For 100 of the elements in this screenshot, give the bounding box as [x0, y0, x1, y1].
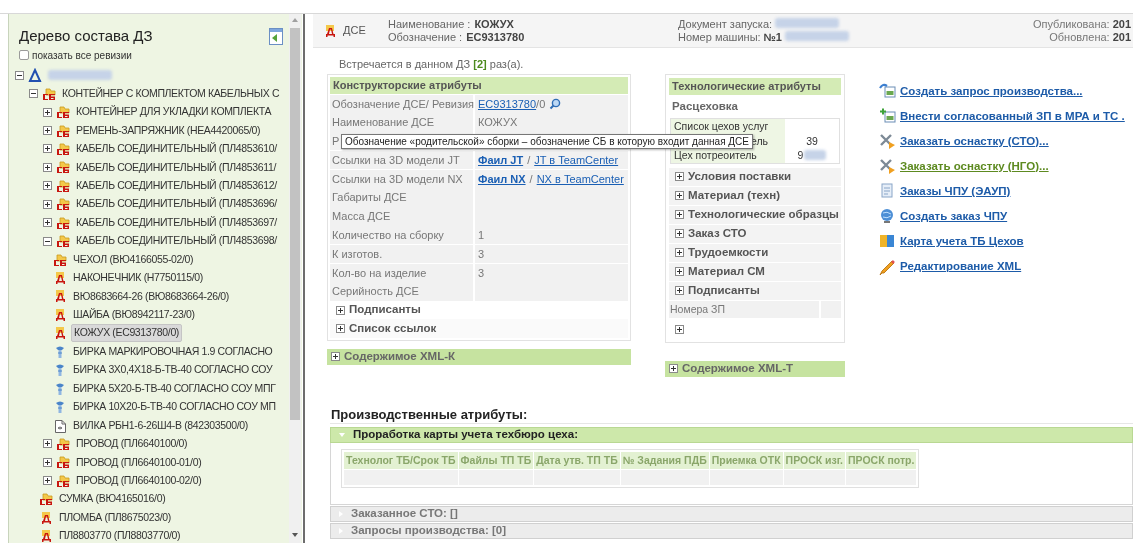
- tree-item[interactable]: ПРОВОД (ПЛ6640100/0): [74, 436, 190, 452]
- separator-text: /: [527, 153, 531, 169]
- expand-toggle-icon[interactable]: [43, 218, 52, 228]
- card-header: Технологические атрибуты: [669, 78, 841, 95]
- tree-item[interactable]: ВИЛКА РБН1-6-26Ш4-В (842303500/0): [71, 417, 250, 434]
- action-link[interactable]: Карта учета ТБ Цехов: [900, 232, 1024, 251]
- tree-item[interactable]: ПЛ8803770 (ПЛ8803770/0): [57, 528, 183, 543]
- action-link[interactable]: Внести согласованный ЗП в МРА и ТС .: [900, 107, 1125, 126]
- accordion-title: Проработка карты учета техбюро цеха:: [353, 426, 578, 442]
- tree-item[interactable]: БИРКА 10Х20-Б-ТВ-40 СОГЛАСНО СОУ МП: [71, 399, 278, 415]
- tree-item[interactable]: БИРКА 5Х20-Б-ТВ-40 СОГЛАСНО СОУ МПГ: [71, 380, 278, 397]
- expand-toggle-icon[interactable]: [43, 476, 52, 486]
- tree-item[interactable]: КАБЕЛЬ СОЕДИНИТЕЛЬНЫЙ (ПЛ4853696/: [74, 196, 279, 213]
- expand-toggle-icon[interactable]: [43, 107, 52, 117]
- tree-item[interactable]: РЕМЕНЬ-ЗАПРЯЖНИК (НЕА4420065/0): [74, 122, 263, 139]
- tree-item[interactable]: КАБЕЛЬ СОЕДИНИТЕЛЬНЫЙ (ПЛ4853698/: [74, 233, 279, 250]
- panel-toggle-icon[interactable]: [269, 27, 283, 45]
- expand-toggle-icon[interactable]: [675, 172, 684, 182]
- xml-bar[interactable]: Содержимое XML-Т: [665, 360, 845, 377]
- tree-item[interactable]: КАБЕЛЬ СОЕДИНИТЕЛЬНЫЙ (ПЛ4853612/: [74, 177, 279, 194]
- attribute-label: Номера ЗП: [669, 301, 819, 318]
- tree-item[interactable]: КОЖУХ (ЕС9313780/0): [71, 324, 182, 343]
- xml-bar-label: Содержимое XML-Т: [682, 360, 794, 376]
- action-link[interactable]: Заказать оснастку (СТО)...: [900, 132, 1049, 151]
- expand-toggle-icon[interactable]: [675, 229, 684, 239]
- expand-toggle-icon[interactable]: [43, 144, 52, 154]
- collapse-toggle-icon[interactable]: [43, 236, 52, 246]
- expand-toggle-icon[interactable]: [43, 199, 52, 209]
- column-header: ПРОСК потр.: [846, 451, 917, 469]
- expand-toggle-icon[interactable]: [43, 457, 52, 467]
- expand-toggle-icon[interactable]: [336, 305, 345, 315]
- section-toggle[interactable]: Подписанты: [349, 301, 421, 319]
- scroll-down-icon[interactable]: [292, 533, 298, 537]
- attribute-label: К изготов.: [330, 244, 473, 264]
- assembly-icon: [53, 252, 67, 267]
- expand-toggle-icon[interactable]: [43, 126, 52, 136]
- tree-item[interactable]: ПЛОМБА (ПЛ8675023/0): [57, 509, 173, 526]
- tree-item[interactable]: СУМКА (ВЮ4165016/0): [57, 491, 168, 508]
- attribute-value: 3: [478, 247, 485, 262]
- expand-toggle-icon[interactable]: [675, 248, 684, 258]
- tree-item[interactable]: БИРКА МАРКИРОВОЧНАЯ 1.9 СОГЛАСНО: [71, 343, 275, 360]
- table-cell: [783, 469, 845, 485]
- expand-toggle-icon[interactable]: [43, 439, 52, 449]
- field-label: Номер машины:: [678, 30, 761, 44]
- workshop-value: 9: [797, 148, 804, 163]
- assembly-icon: [56, 105, 70, 120]
- expand-toggle-icon[interactable]: [43, 181, 52, 191]
- tree-item[interactable]: КАБЕЛЬ СОЕДИНИТЕЛЬНЫЙ (ПЛ4853611/: [74, 159, 278, 176]
- search-icon[interactable]: [549, 97, 562, 110]
- expand-toggle-icon[interactable]: [675, 324, 684, 334]
- tree-item[interactable]: НАКОНЕЧНИК (Н7750115/0): [71, 270, 205, 286]
- field-label: Обновлена:: [1049, 30, 1110, 44]
- designation-link[interactable]: ЕС9313780: [478, 94, 537, 113]
- action-link[interactable]: Заказы ЧПУ (ЭАУП): [900, 182, 1011, 201]
- tree-item[interactable]: КОНТЕЙНЕР С КОМПЛЕКТОМ КАБЕЛЬНЫХ С: [60, 85, 282, 102]
- scroll-thumb[interactable]: [290, 28, 300, 420]
- type-label: ДСЕ: [343, 23, 366, 39]
- collapse-toggle-icon[interactable]: [29, 89, 38, 99]
- accordion-header[interactable]: Проработка карты учета техбюро цеха:: [330, 426, 1133, 443]
- file-link[interactable]: Фаил NX: [478, 169, 526, 188]
- pencil-icon[interactable]: [879, 257, 897, 276]
- tree-item[interactable]: ПРОВОД (ПЛ6640100-02/0): [74, 472, 204, 489]
- tree-item[interactable]: БИРКА 3Х0,4Х18-Б-ТВ-40 СОГЛАСНО СОУ: [71, 362, 275, 379]
- tree-item[interactable]: КАБЕЛЬ СОЕДИНИТЕЛЬНЫЙ (ПЛ4853610/: [74, 141, 279, 157]
- expand-toggle-icon[interactable]: [331, 352, 340, 362]
- expand-toggle-icon[interactable]: [675, 267, 684, 277]
- assembly-icon: [56, 197, 70, 212]
- expand-toggle-icon[interactable]: [669, 364, 678, 373]
- tools-icon[interactable]: [879, 157, 897, 176]
- checkbox[interactable]: [19, 50, 29, 60]
- tree-item[interactable]: ВЮ8683664-26 (ВЮ8683664-26/0): [71, 288, 231, 305]
- subsection-title: Расцеховка: [671, 99, 739, 114]
- xml-bar[interactable]: Содержимое XML-К: [327, 348, 631, 365]
- expand-toggle-icon[interactable]: [43, 162, 52, 172]
- tree-item[interactable]: ЧЕХОЛ (ВЮ4166055-02/0): [71, 251, 196, 268]
- expand-toggle-icon[interactable]: [336, 324, 345, 333]
- scrollbar[interactable]: [289, 14, 301, 543]
- expand-toggle-icon[interactable]: [675, 210, 684, 220]
- tree-item[interactable]: КОНТЕЙНЕР ДЛЯ УКЛАДКИ КОМПЛЕКТА: [74, 104, 274, 120]
- collapse-toggle-icon[interactable]: [15, 70, 24, 80]
- tree-item[interactable]: КАБЕЛЬ СОЕДИНИТЕЛЬНЫЙ (ПЛ4853697/: [74, 214, 279, 231]
- file-link[interactable]: Фаил JT: [478, 151, 524, 170]
- teamcenter-link[interactable]: NX в TeamCenter: [536, 169, 624, 188]
- teamcenter-link[interactable]: JT в TeamCenter: [534, 151, 619, 170]
- accordion-header[interactable]: Заказанное СТО: []: [330, 505, 1133, 522]
- expand-toggle-icon[interactable]: [675, 191, 684, 201]
- assembly-icon: [56, 123, 70, 138]
- action-link[interactable]: Создать заказ ЧПУ: [900, 207, 1008, 226]
- expand-toggle-icon[interactable]: [675, 286, 684, 296]
- action-link[interactable]: Создать запрос производства...: [900, 82, 1083, 101]
- add-request-icon[interactable]: [879, 107, 897, 126]
- request-icon[interactable]: [879, 82, 897, 101]
- tree-item[interactable]: ШАЙБА (ВЮ8942117-23/0): [71, 307, 197, 323]
- assembly-icon: [56, 141, 70, 156]
- tree-item[interactable]: ПРОВОД (ПЛ6640100-01/0): [74, 454, 204, 471]
- tools-icon[interactable]: [879, 132, 897, 151]
- action-link[interactable]: Заказать оснастку (НГО)...: [900, 157, 1049, 176]
- action-link[interactable]: Редактирование XML: [900, 257, 1022, 276]
- assembly-icon: [56, 215, 70, 230]
- accordion-header[interactable]: Запросы производства: [0]: [330, 522, 1133, 539]
